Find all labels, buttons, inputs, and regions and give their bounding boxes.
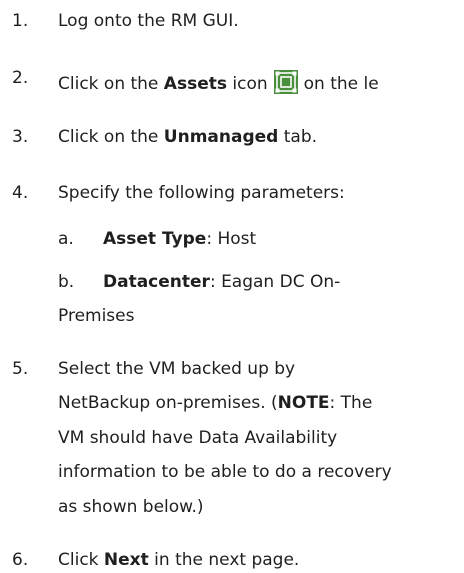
step-5-line-5: as shown below.): [58, 496, 204, 517]
step-2-pre: Click on the: [58, 74, 164, 95]
step-2-bold: Assets: [163, 74, 227, 95]
assets-icon: [273, 70, 298, 95]
step-2-post: on the le: [303, 74, 379, 95]
step-3-bold: Unmanaged: [163, 126, 279, 147]
instructions-document: 1. Log onto the RM GUI. 2. Click on the …: [0, 0, 464, 573]
step-5-line-1: Select the VM backed up by: [58, 359, 296, 380]
step-4a-letter: a.: [58, 228, 74, 249]
step-2-number: 2.: [12, 68, 29, 89]
step-3-pre: Click on the: [58, 126, 164, 147]
step-4a-value: : Host: [206, 228, 257, 249]
step-6-post: in the next page.: [148, 550, 300, 570]
step-6-bold: Next: [103, 550, 149, 570]
step-4b-text: Datacenter: Eagan DC On-: [103, 271, 341, 292]
step-1-number: 1.: [12, 11, 29, 32]
step-2-mid: icon: [226, 74, 268, 95]
step-1-text: Log onto the RM GUI.: [58, 11, 239, 32]
step-5-number: 5.: [12, 359, 29, 380]
step-2-text: Click on the Assets icon on the le: [58, 70, 379, 95]
step-5-line-3: VM should have Data Availability: [58, 427, 338, 448]
step-4a-bold: Asset Type: [103, 228, 207, 249]
step-4b-letter: b.: [58, 271, 75, 292]
step-3-post: tab.: [278, 126, 318, 147]
step-5-note-rest: : The: [329, 393, 373, 414]
step-3-number: 3.: [12, 126, 29, 147]
step-5-note-label: NOTE: [277, 393, 330, 414]
step-6-text: Click Next in the next page.: [58, 552, 299, 569]
step-6-pre: Click: [58, 550, 104, 570]
step-4b-continuation: Premises: [58, 306, 135, 327]
step-5-line-2: NetBackup on-premises. (NOTE: The: [58, 395, 372, 412]
step-4a-text: Asset Type: Host: [103, 228, 257, 249]
step-4b-value: : Eagan DC On-: [209, 271, 341, 292]
step-5-line-2-text: NetBackup on-premises. (: [58, 393, 278, 414]
step-6-number: 6.: [12, 550, 29, 570]
step-5-line-4: information to be able to do a recovery: [58, 462, 392, 483]
step-3-text: Click on the Unmanaged tab.: [58, 126, 318, 147]
step-4-number: 4.: [12, 182, 29, 203]
step-4b-bold: Datacenter: [103, 271, 210, 292]
step-4-text: Specify the following parameters:: [58, 182, 345, 203]
